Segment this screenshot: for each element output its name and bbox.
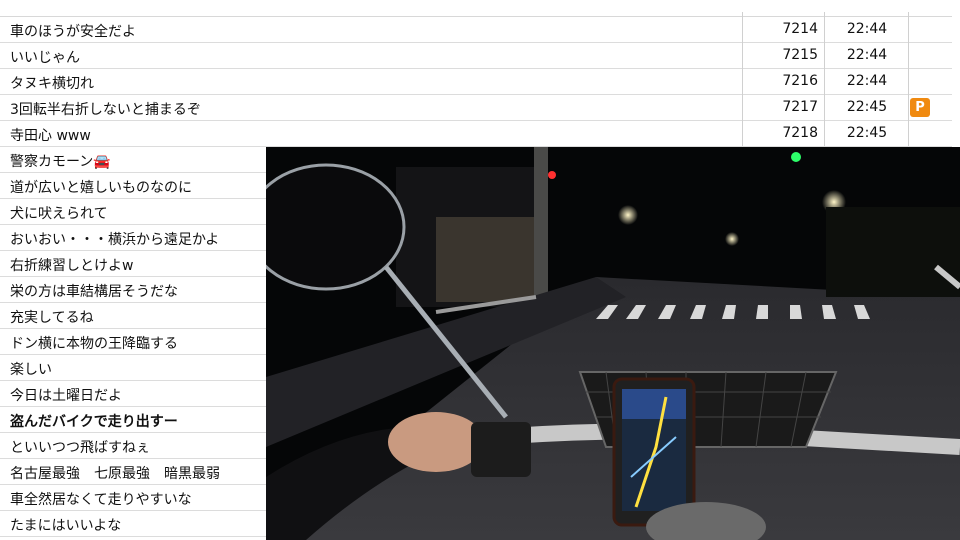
comment-row[interactable]: 車のほうが安全だよ 7214 22:44 <box>0 17 952 43</box>
comment-row[interactable]: いいじゃん 7215 22:44 <box>0 43 952 69</box>
premium-badge-label: P <box>910 98 930 117</box>
crosswalk <box>596 305 870 319</box>
premium-badge-icon: P <box>910 98 930 117</box>
comment-text: いいじゃん <box>10 50 80 66</box>
comment-time: 22:45 <box>846 125 888 141</box>
handlebar-control <box>471 422 531 477</box>
comment-text: 名古屋最強 七原最強 暗黒最弱 <box>10 466 220 482</box>
comment-time: 22:44 <box>846 47 888 63</box>
red-signal-icon <box>548 171 556 179</box>
comment-text: 道が広いと嬉しいものなのに <box>10 180 192 196</box>
comment-text: 寺田心 www <box>10 128 91 144</box>
column-divider-time <box>824 12 825 146</box>
comment-text: 今日は土曜日だよ <box>10 388 122 404</box>
comment-row[interactable]: タヌキ横切れ 7216 22:44 <box>0 69 952 95</box>
comment-text: 車全然居なくて走りやすいな <box>10 492 192 508</box>
wall <box>436 217 536 302</box>
comment-text: タヌキ横切れ <box>10 76 94 92</box>
comment-text: 盗んだバイクで走り出すー <box>10 414 178 430</box>
comment-text: 警察カモーン🚘 <box>10 154 111 170</box>
rider-hand <box>388 412 484 472</box>
comment-row[interactable]: 寺田心 www 7218 22:45 <box>0 121 952 147</box>
video-player[interactable] <box>266 147 960 540</box>
comment-time: 22:45 <box>846 99 888 115</box>
comment-number: 7218 <box>782 125 818 141</box>
comment-text: 充実してるね <box>10 310 94 326</box>
comment-row[interactable]: 3回転半右折しないと捕まるぞ 7217 22:45 P <box>0 95 952 121</box>
comment-text: 楽しい <box>10 362 52 378</box>
comment-time: 22:44 <box>846 73 888 89</box>
night-road-scene <box>266 147 960 540</box>
comment-number: 7214 <box>782 21 818 37</box>
comment-text: おいおい・・・横浜から遠足かよ <box>10 232 220 248</box>
comment-text: ドン横に本物の王降臨する <box>10 336 178 352</box>
comment-text: たまにはいいよな <box>10 518 122 534</box>
comment-text: 栄の方は車結構居そうだな <box>10 284 178 300</box>
comment-number: 7216 <box>782 73 818 89</box>
comment-number: 7215 <box>782 47 818 63</box>
comment-number: 7217 <box>782 99 818 115</box>
comment-text: といいつつ飛ばすねぇ <box>10 440 150 456</box>
column-divider-number <box>742 12 743 146</box>
comment-text: 犬に吠えられて <box>10 206 108 222</box>
comment-text: 右折練習しとけよw <box>10 258 134 274</box>
column-divider-flag <box>908 12 909 146</box>
side-mirror <box>266 163 406 291</box>
comment-text: 車のほうが安全だよ <box>10 24 136 40</box>
comment-time: 22:44 <box>846 21 888 37</box>
green-signal-icon <box>791 152 801 162</box>
comment-text: 3回転半右折しないと捕まるぞ <box>10 102 201 118</box>
